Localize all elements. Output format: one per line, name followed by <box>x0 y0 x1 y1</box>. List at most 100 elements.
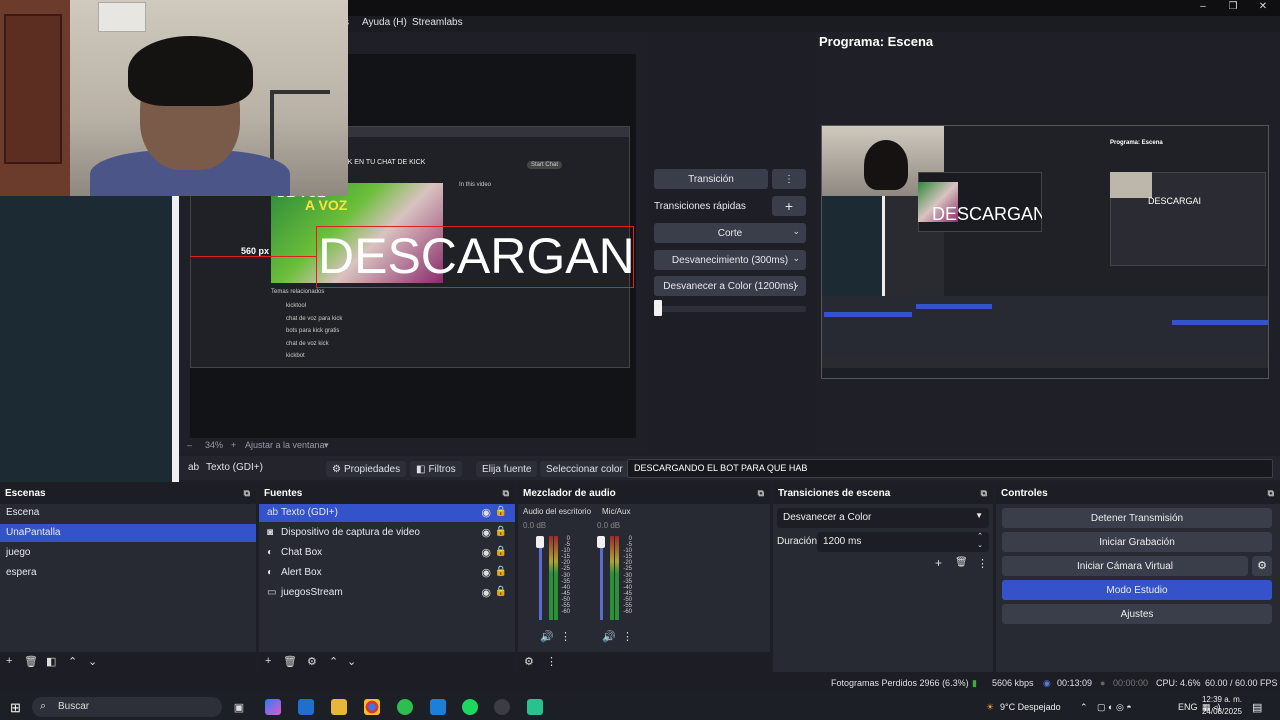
eye-icon[interactable]: ◉ <box>481 586 491 599</box>
move-down-icon[interactable]: ⌄ <box>347 655 356 668</box>
move-up-icon[interactable]: ⌃ <box>329 655 338 668</box>
fader-knob[interactable] <box>597 536 605 548</box>
add-quick-transition-button[interactable]: + <box>772 196 806 216</box>
minimize-icon[interactable]: – <box>1188 1 1218 12</box>
properties-button[interactable]: ⚙ Propiedades <box>326 461 407 477</box>
record-icon: ● <box>1100 678 1106 688</box>
more-icon[interactable]: ⋮ <box>622 630 633 643</box>
scene-item[interactable]: espera <box>0 564 256 582</box>
task-view-icon[interactable]: ▣ <box>231 699 247 715</box>
eye-icon[interactable]: ◉ <box>481 566 491 579</box>
source-item[interactable]: ▭ juegosStream ◉ 🔒 <box>259 584 515 602</box>
fit-window-button[interactable]: Ajustar a la ventana <box>245 440 325 450</box>
source-text-input[interactable]: DESCARGANDO EL BOT PARA QUE HAB <box>627 459 1273 478</box>
quick-transition-fade[interactable]: Desvanecimiento (300ms) ⌄ <box>654 250 806 270</box>
start-recording-button[interactable]: Iniciar Grabación <box>1002 532 1272 552</box>
undock-icon[interactable]: ⧉ <box>244 488 250 499</box>
tray-apps-icon[interactable]: ▢ ◐ ◎ ◓ <box>1097 702 1132 713</box>
streamlabs-icon[interactable] <box>527 699 543 715</box>
studio-mode-button[interactable]: Modo Estudio <box>1002 580 1272 600</box>
gear-icon[interactable]: ⚙ <box>524 655 534 668</box>
volume-fader[interactable] <box>539 536 542 620</box>
trash-icon[interactable]: 🗑 <box>283 655 297 668</box>
add-icon[interactable]: + <box>6 655 12 667</box>
zoom-out-button[interactable]: – <box>187 440 192 450</box>
clock-time[interactable]: 12:39 a. m. <box>1200 695 1242 704</box>
more-icon[interactable]: ⋮ <box>546 655 557 668</box>
menu-item-help[interactable]: Ayuda (H) <box>362 17 407 28</box>
clock-date[interactable]: 24/08/2025 <box>1200 707 1242 716</box>
obs-icon[interactable] <box>494 699 510 715</box>
source-item[interactable]: ◐ Alert Box ◉ 🔒 <box>259 564 515 582</box>
filters-button[interactable]: ◧ Filtros <box>410 461 462 477</box>
source-item-active[interactable]: ab Texto (GDI+) ◉ 🔒 <box>259 504 515 522</box>
scene-item-active[interactable]: UnaPantalla <box>0 524 256 542</box>
spinner-icon[interactable]: ⌃ ⌄ <box>977 532 983 550</box>
store-icon[interactable] <box>298 699 314 715</box>
lock-icon[interactable]: 🔒 <box>495 526 507 537</box>
undock-icon[interactable]: ⧉ <box>503 488 509 499</box>
weather-text[interactable]: 9°C Despejado <box>1000 702 1061 712</box>
spotify-icon[interactable] <box>462 699 478 715</box>
language-indicator[interactable]: ENG <box>1178 702 1198 712</box>
selected-source-name: Texto (GDI+) <box>206 462 263 473</box>
copilot-icon[interactable] <box>265 699 281 715</box>
sources-title-text: Fuentes <box>264 488 303 499</box>
source-item[interactable]: ◐ Chat Box ◉ 🔒 <box>259 544 515 562</box>
transition-button[interactable]: Transición <box>654 169 768 189</box>
close-icon[interactable]: ✕ <box>1248 1 1278 12</box>
filter-icon[interactable]: ◧ <box>46 655 56 668</box>
fader-knob[interactable] <box>536 536 544 548</box>
settings-button[interactable]: Ajustes <box>1002 604 1272 624</box>
add-icon[interactable]: + <box>935 556 942 570</box>
eye-icon[interactable]: ◉ <box>481 546 491 559</box>
tbar-handle[interactable] <box>654 300 662 316</box>
lock-icon[interactable]: 🔒 <box>495 566 507 577</box>
transition-select[interactable]: Desvanecer a Color ▼ <box>777 508 989 528</box>
scene-item[interactable]: Escena <box>0 504 256 522</box>
move-down-icon[interactable]: ⌄ <box>88 655 97 668</box>
gear-icon[interactable]: ⚙ <box>307 655 317 668</box>
stop-stream-button[interactable]: Detener Transmisión <box>1002 508 1272 528</box>
volume-fader[interactable] <box>600 536 603 620</box>
trash-icon[interactable]: 🗑 <box>955 557 968 568</box>
source-item[interactable]: ◙ Dispositivo de captura de video ◉ 🔒 <box>259 524 515 542</box>
quick-transition-fade-color[interactable]: Desvanecer a Color (1200ms) ⌄ <box>654 276 806 296</box>
vscode-icon[interactable] <box>430 699 446 715</box>
speaker-icon[interactable]: 🔊 <box>540 630 554 643</box>
lock-icon[interactable]: 🔒 <box>495 586 507 597</box>
scene-item[interactable]: juego <box>0 544 256 562</box>
restore-icon[interactable]: ❐ <box>1218 1 1248 12</box>
choose-color-button[interactable]: Seleccionar color <box>540 461 629 477</box>
add-icon[interactable]: + <box>265 655 271 667</box>
whatsapp-icon[interactable] <box>397 699 413 715</box>
undock-icon[interactable]: ⧉ <box>981 488 987 499</box>
transition-more-button[interactable]: ⋮ <box>772 169 806 189</box>
start-virtual-camera-button[interactable]: Iniciar Cámara Virtual <box>1002 556 1248 576</box>
undock-icon[interactable]: ⧉ <box>1268 488 1274 499</box>
virtual-camera-settings-icon[interactable]: ⚙ <box>1252 556 1272 576</box>
menu-item-streamlabs[interactable]: Streamlabs <box>412 17 463 28</box>
eye-icon[interactable]: ◉ <box>481 526 491 539</box>
windows-start-icon[interactable]: ⊞ <box>10 700 21 716</box>
zoom-dropdown-icon[interactable]: ▾ <box>324 440 329 451</box>
tray-chevron-icon[interactable]: ⌃ <box>1080 702 1088 713</box>
duration-input[interactable]: 1200 ms ⌃ ⌄ <box>817 532 989 552</box>
taskbar-search[interactable]: ⌕ Buscar <box>32 697 222 717</box>
chrome-icon[interactable] <box>364 699 380 715</box>
more-icon[interactable]: ⋮ <box>560 630 571 643</box>
choose-font-button[interactable]: Elija fuente <box>476 461 538 477</box>
folder-icon[interactable] <box>331 699 347 715</box>
lock-icon[interactable]: 🔒 <box>495 546 507 557</box>
eye-icon[interactable]: ◉ <box>481 506 491 519</box>
lock-icon[interactable]: 🔒 <box>495 506 507 517</box>
zoom-in-button[interactable]: + <box>231 440 236 450</box>
more-icon[interactable]: ⋮ <box>977 557 988 570</box>
notification-icon[interactable]: ▤ <box>1252 701 1262 714</box>
speaker-icon[interactable]: 🔊 <box>602 630 616 643</box>
quick-transition-cut[interactable]: Corte ⌄ <box>654 223 806 243</box>
trash-icon[interactable]: 🗑 <box>24 655 38 668</box>
undock-icon[interactable]: ⧉ <box>758 488 764 499</box>
program-overlay-text: DESCARGAN <box>932 204 1042 224</box>
move-up-icon[interactable]: ⌃ <box>68 655 77 668</box>
